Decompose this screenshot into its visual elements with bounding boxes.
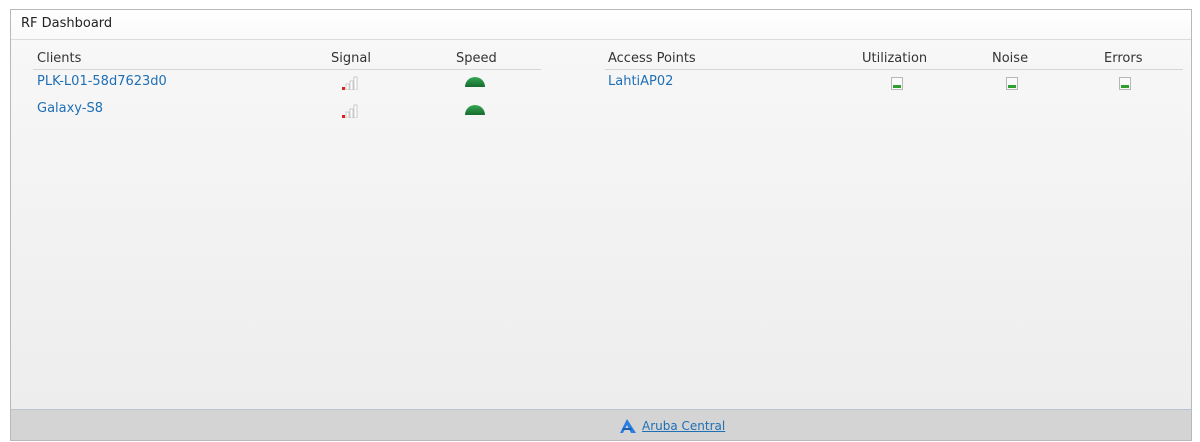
noise-header: Noise bbox=[992, 51, 1029, 66]
access-point-link-lahtiap02[interactable]: LahtiAP02 bbox=[608, 74, 673, 89]
signal-low-icon bbox=[342, 104, 358, 118]
client-link-galaxy-s8[interactable]: Galaxy-S8 bbox=[37, 101, 103, 116]
signal-low-icon bbox=[342, 76, 358, 90]
noise-meter-icon bbox=[1006, 77, 1018, 90]
speed-gauge-icon bbox=[465, 105, 485, 115]
access-points-header-divider bbox=[605, 69, 1183, 70]
errors-header: Errors bbox=[1104, 51, 1143, 66]
panel-title: RF Dashboard bbox=[21, 16, 113, 31]
aruba-logo-icon bbox=[620, 419, 636, 433]
aruba-central-label: Aruba Central bbox=[642, 419, 726, 433]
signal-header: Signal bbox=[331, 51, 371, 66]
clients-header: Clients bbox=[37, 51, 82, 66]
utilization-meter-icon bbox=[891, 77, 903, 90]
access-points-header: Access Points bbox=[608, 51, 696, 66]
aruba-central-link[interactable]: Aruba Central bbox=[620, 419, 725, 433]
errors-meter-icon bbox=[1119, 77, 1131, 90]
rf-dashboard-panel: RF Dashboard Clients Signal Speed PLK-L0… bbox=[10, 9, 1192, 441]
footer-bar: Aruba Central bbox=[11, 409, 1191, 440]
speed-gauge-icon bbox=[465, 77, 485, 87]
utilization-header: Utilization bbox=[862, 51, 928, 66]
clients-header-divider bbox=[33, 69, 541, 70]
client-link-plk-l01[interactable]: PLK-L01-58d7623d0 bbox=[37, 74, 167, 89]
title-divider bbox=[11, 39, 1191, 40]
speed-header: Speed bbox=[456, 51, 497, 66]
